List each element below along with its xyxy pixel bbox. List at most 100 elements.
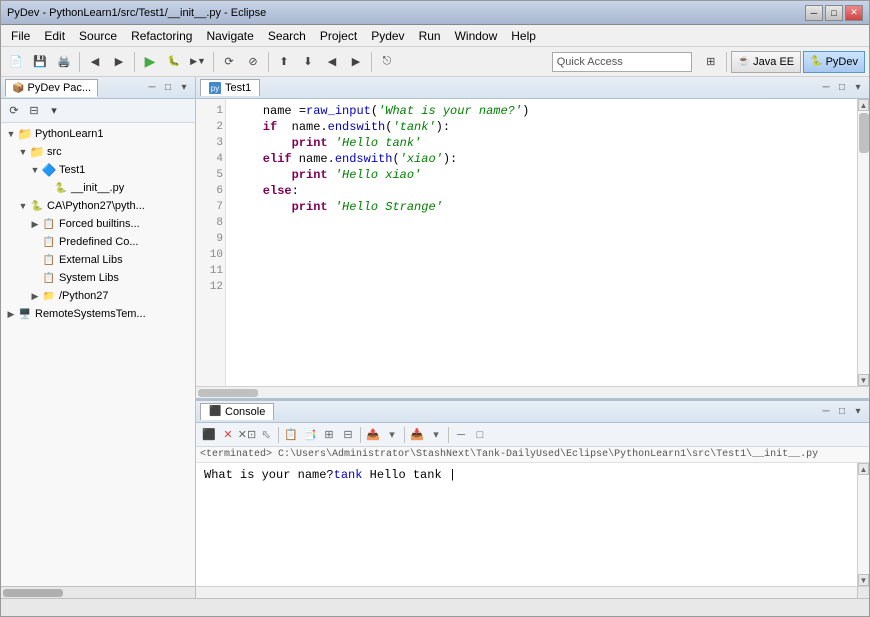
console-btn-8[interactable]: ⊟ [339,426,357,444]
menu-refactoring[interactable]: Refactoring [125,27,198,45]
console-minimize[interactable]: ─ [819,405,833,419]
minimize-button[interactable]: ─ [805,5,823,21]
tree-toggle[interactable]: ▶ [29,290,41,302]
menu-help[interactable]: Help [505,27,542,45]
console-scrollbar-h[interactable] [196,586,869,598]
perspective-pydev[interactable]: 🐍 PyDev [803,51,865,73]
quick-access-input[interactable]: Quick Access [552,52,692,72]
left-panel-minimize[interactable]: ─ [145,81,159,95]
scroll-thumb[interactable] [859,113,869,153]
tree-item-remote[interactable]: ▶ 🖥️ RemoteSystemsTem... [1,305,195,323]
console-btn-1[interactable]: ⬛ [200,426,218,444]
tree-toggle[interactable]: ▼ [29,164,41,176]
console-stop-btn[interactable]: ✕ [219,426,237,444]
tree-item-forced[interactable]: ▶ 📋 Forced builtins... [1,215,195,233]
scroll-up[interactable]: ▲ [858,99,869,111]
perspective-open-btn[interactable]: ⊞ [700,51,722,73]
console-scroll-track[interactable] [858,475,869,574]
console-btn-14[interactable]: □ [471,426,489,444]
tree-toggle [29,236,41,248]
run-last-button[interactable]: ▶▼ [187,51,209,73]
console-btn-9[interactable]: 📤 [364,426,382,444]
close-button[interactable]: ✕ [845,5,863,21]
perspective-javaee[interactable]: ☕ Java EE [731,51,801,73]
scroll-track[interactable] [858,111,869,374]
pydev-packages-tab[interactable]: 📦 PyDev Pac... [5,79,98,97]
console-close[interactable]: ▾ [851,405,865,419]
console-scroll-up[interactable]: ▲ [858,463,869,475]
console-maximize[interactable]: □ [835,405,849,419]
tree-collapse-btn[interactable]: ⊟ [25,102,43,120]
left-panel-maximize[interactable]: □ [161,81,175,95]
menu-pydev[interactable]: Pydev [365,27,410,45]
console-btn-13[interactable]: ─ [452,426,470,444]
tree-item-init[interactable]: 🐍 __init__.py [1,179,195,197]
tree-toggle[interactable]: ▼ [17,146,29,158]
scrollbar-thumb[interactable] [3,589,63,597]
pydev-icon: 🐍 [29,198,45,214]
tree-sync-btn[interactable]: ⟳ [5,102,23,120]
tb-btn-4[interactable]: ⟳ [218,51,240,73]
debug-button[interactable]: 🐛 [163,51,185,73]
back-button[interactable]: ◀ [84,51,106,73]
console-output[interactable]: What is your name?tank Hello tank | [196,463,857,586]
save-button[interactable]: 💾 [29,51,51,73]
console-btn-12[interactable]: ▾ [427,426,445,444]
tree-item-extlibs[interactable]: 📋 External Libs [1,251,195,269]
run-button[interactable]: ▶ [139,51,161,73]
console-btn-5[interactable]: 📋 [282,426,300,444]
forward-button[interactable]: ▶ [108,51,130,73]
menu-navigate[interactable]: Navigate [200,27,259,45]
console-btn-11[interactable]: 📥 [408,426,426,444]
console-btn-3[interactable]: ✕⊡ [238,426,256,444]
tree-item-src[interactable]: ▼ 📁 src [1,143,195,161]
tree-item-predefined[interactable]: 📋 Predefined Co... [1,233,195,251]
maximize-button[interactable]: □ [825,5,843,21]
tree-item-python27[interactable]: ▼ 🐍 CA\Python27\pyth... [1,197,195,215]
tb-btn-6[interactable]: ⬆ [273,51,295,73]
tree-toggle[interactable]: ▼ [5,128,17,140]
console-btn-7[interactable]: ⊞ [320,426,338,444]
console-btn-10[interactable]: ▾ [383,426,401,444]
console-tab[interactable]: ⬛ Console [200,403,274,420]
menu-file[interactable]: File [5,27,36,45]
console-scroll-down[interactable]: ▼ [858,574,869,586]
menu-edit[interactable]: Edit [38,27,71,45]
tree-item-pythonlearn1[interactable]: ▼ 📁 PythonLearn1 [1,125,195,143]
tb-btn-10[interactable]: ⎋ [376,51,398,73]
editor-maximize[interactable]: □ [835,81,849,95]
tree-toggle[interactable]: ▼ [17,200,29,212]
tree-item-syslibs[interactable]: 📋 System Libs [1,269,195,287]
tb-btn-9[interactable]: ▶ [345,51,367,73]
tree-toggle[interactable]: ▶ [5,308,17,320]
tree-item-test1[interactable]: ▼ 🔷 Test1 [1,161,195,179]
scroll-down[interactable]: ▼ [858,374,869,386]
menu-window[interactable]: Window [449,27,504,45]
menu-source[interactable]: Source [73,27,123,45]
editor-close[interactable]: ▾ [851,81,865,95]
tb-btn-7[interactable]: ⬇ [297,51,319,73]
menu-project[interactable]: Project [314,27,363,45]
editor-tab-test1[interactable]: py Test1 [200,79,260,96]
console-scrollbar-v[interactable]: ▲ ▼ [857,463,869,586]
print-button[interactable]: 🖨️ [53,51,75,73]
console-sep-2 [360,427,361,443]
tb-btn-8[interactable]: ◀ [321,51,343,73]
left-panel-close[interactable]: ▾ [177,81,191,95]
console-h-track[interactable] [196,587,857,598]
editor-scrollbar-h[interactable] [196,386,869,398]
menu-run[interactable]: Run [413,27,447,45]
new-button[interactable]: 📄 [5,51,27,73]
tb-btn-5[interactable]: ⊘ [242,51,264,73]
editor-scrollbar-v[interactable]: ▲ ▼ [857,99,869,386]
left-panel-scrollbar-h[interactable] [1,586,195,598]
tree-item-python27dir[interactable]: ▶ 📁 /Python27 [1,287,195,305]
menu-search[interactable]: Search [262,27,312,45]
code-editor[interactable]: name =raw_input('What is your name?') if… [226,99,857,386]
editor-minimize[interactable]: ─ [819,81,833,95]
editor-scroll-h-thumb[interactable] [198,389,258,397]
console-btn-4[interactable]: ⬁ [257,426,275,444]
tree-toggle[interactable]: ▶ [29,218,41,230]
console-btn-6[interactable]: 📑 [301,426,319,444]
tree-more-btn[interactable]: ▾ [45,102,63,120]
